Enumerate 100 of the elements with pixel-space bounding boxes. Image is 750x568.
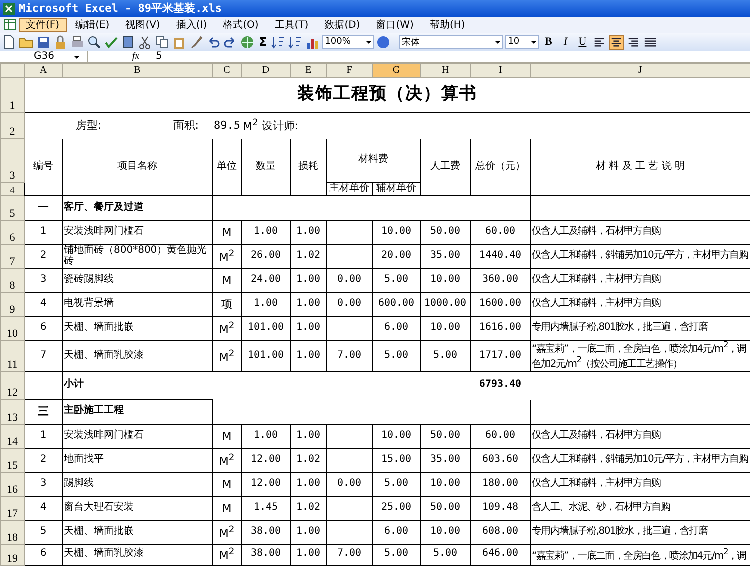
row-header[interactable]: 5 [0,196,24,220]
table-cell: 38.00 [242,520,290,544]
table-cell: 安装浅啡网门槛石 [62,424,212,448]
column-header[interactable]: I [470,64,530,78]
column-header[interactable]: G [372,64,420,78]
area-value: 89.5 [212,112,242,138]
dropdown-arrow-icon[interactable] [365,38,374,46]
table-cell: 安装浅啡网门槛石 [62,220,212,244]
table-cell: 1.00 [290,316,326,340]
menu-item[interactable]: 工具(T) [268,18,316,32]
table-cell: M$^{2}$ [212,520,242,544]
row-header[interactable]: 1 [0,78,24,112]
table-cell: 1.00 [290,520,326,544]
table-cell: 1.45 [242,496,290,520]
table-cell: 10.00 [420,472,470,496]
area-label: 面积: [173,120,199,132]
column-heading: 材料费 [326,138,420,182]
table-cell: 1.00 [242,220,290,244]
font-size-dropdown[interactable]: 10 [505,35,540,49]
table-cell: 1.02 [290,496,326,520]
table-cell: 1.00 [290,292,326,316]
table-cell: 360.00 [470,268,530,292]
menu-item[interactable]: 格式(O) [216,18,266,32]
row-header[interactable]: 15 [0,448,24,472]
lock-icon[interactable] [53,34,68,50]
menu-item[interactable]: 帮助(H) [422,18,472,32]
bold-button[interactable]: B [541,34,556,50]
table-cell: 50.00 [420,220,470,244]
table-cell: 10.00 [420,316,470,340]
column-header[interactable]: E [290,64,326,78]
table-cell: 3 [24,268,62,292]
dropdown-arrow-icon[interactable] [494,38,502,46]
sort-icon[interactable] [271,34,286,50]
column-heading: 数量 [242,138,290,196]
menu-item[interactable]: 窗口(W) [369,18,421,32]
row-header[interactable]: 13 [0,399,24,424]
column-header[interactable]: B [62,64,212,78]
row-header[interactable]: 9 [0,292,24,316]
column-heading: 单位 [212,138,242,196]
table-cell: 608.00 [470,520,530,544]
menu-item[interactable]: 文件(F) [19,18,67,32]
align-center-button[interactable] [609,34,624,50]
row-header[interactable]: 6 [0,220,24,244]
menu-item[interactable]: 编辑(E) [68,18,117,32]
table-cell: 4 [24,496,62,520]
dropdown-arrow-icon[interactable] [530,38,538,46]
row-header[interactable]: 4 [0,182,24,196]
table-cell: 5.00 [420,544,470,566]
table-cell: 天棚、墙面批嵌 [62,520,212,544]
spreadsheet-icon[interactable] [4,19,17,31]
table-cell: 主卧施工工程 [62,399,212,424]
table-cell: 1.00 [290,472,326,496]
check-icon[interactable] [104,34,119,50]
column-header[interactable]: D [242,64,290,78]
row-header[interactable]: 14 [0,424,24,448]
formula-value: 5 [156,51,162,62]
row-header[interactable]: 11 [0,340,24,372]
table-cell: M [212,220,242,244]
row-header[interactable]: 10 [0,316,24,340]
row-header[interactable]: 7 [0,244,24,268]
italic-button[interactable]: I [558,34,574,50]
column-heading: 项目名称 [62,138,212,196]
table-cell: 60.00 [470,424,530,448]
column-header[interactable]: J [530,64,750,78]
table-cell: 6 [24,316,62,340]
column-header[interactable]: F [326,64,372,78]
sort-icon[interactable] [288,34,304,50]
copy-icon[interactable] [155,34,170,50]
globe-icon[interactable] [240,34,255,50]
row-header[interactable]: 8 [0,268,24,292]
table-cell: 646.00 [470,544,530,566]
menu-item[interactable]: 数据(D) [318,18,368,32]
scissors-icon[interactable] [138,34,153,50]
table-cell: 1440.40 [470,244,530,268]
row-header[interactable]: 19 [0,544,24,566]
column-header[interactable]: A [24,64,62,78]
table-cell: 1.02 [290,448,326,472]
zoom-dropdown[interactable]: 100% [322,35,374,49]
table-cell: 6793.40 [470,371,530,400]
row-header[interactable]: 3 [0,138,24,182]
row-header[interactable]: 17 [0,496,24,520]
row-header[interactable]: 12 [0,371,24,400]
table-cell: 1717.00 [470,340,530,372]
column-header[interactable]: C [212,64,242,78]
autosum-button[interactable]: Σ [257,35,270,49]
menu-item[interactable]: 视图(V) [118,18,168,32]
table-cell: 客厅、餐厅及过道 [62,196,212,220]
font-dropdown[interactable]: 宋体 [399,35,504,49]
magnifier-icon[interactable] [87,34,102,50]
area-unit: M$^{2}$ [243,120,258,134]
row-header[interactable]: 16 [0,472,24,496]
column-header[interactable]: H [420,64,470,78]
table-cell: 12.00 [242,472,290,496]
row-header[interactable]: 18 [0,520,24,544]
underline-button[interactable]: U [575,34,590,50]
function-button[interactable]: fx [116,51,156,62]
menu-item[interactable]: 插入(I) [169,18,214,32]
row-header[interactable]: 2 [0,112,24,138]
table-cell: 24.00 [242,268,290,292]
printer-icon[interactable] [70,34,85,50]
